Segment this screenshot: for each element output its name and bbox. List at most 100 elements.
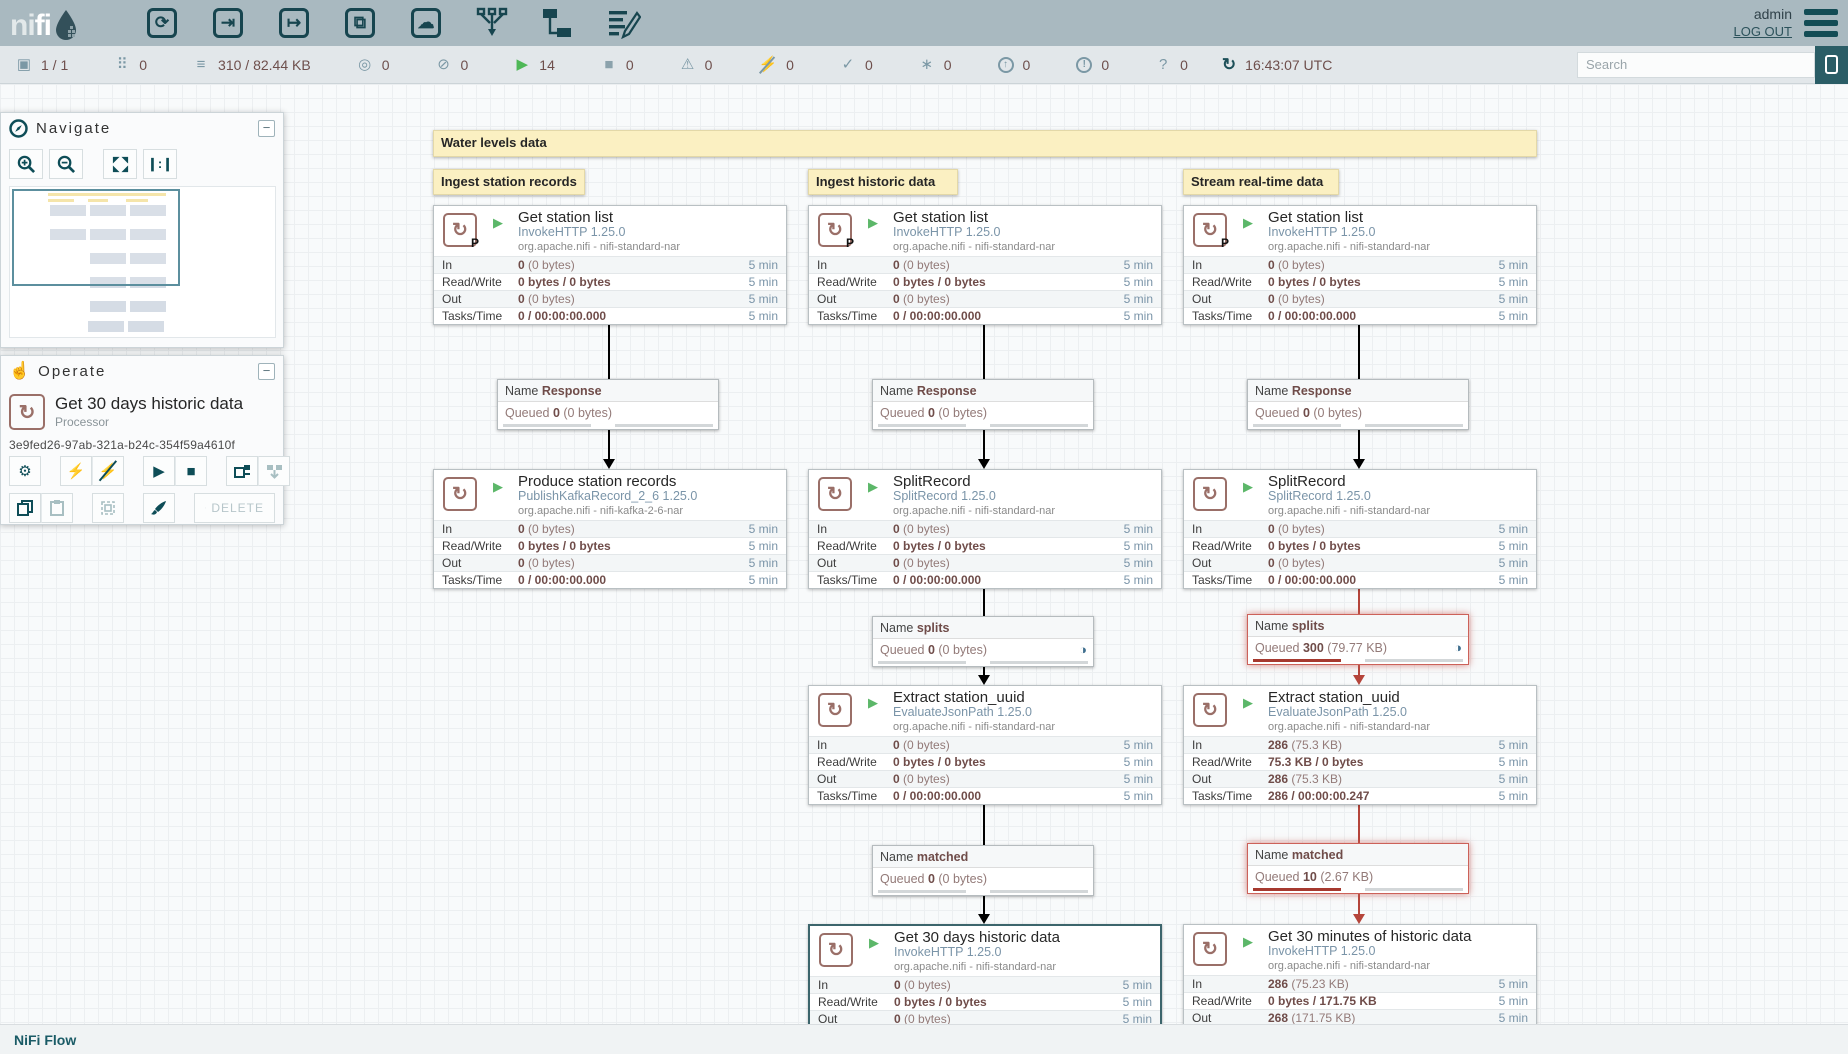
processor-stat-row: Tasks/Time0 / 00:00:00.0005 min (809, 787, 1161, 804)
navigate-panel: Navigate − ❙:❙ (0, 112, 284, 348)
stat-window: 5 min (749, 539, 778, 553)
connection-label-warning[interactable]: Name splitsQueued 300 (79.77 KB)◑ (1247, 614, 1469, 665)
breadcrumb-root[interactable]: NiFi Flow (14, 1032, 76, 1048)
stat-label: Out (1192, 292, 1268, 306)
processor-stat-row: Tasks/Time0 / 00:00:00.0005 min (1184, 307, 1536, 324)
logout-link[interactable]: LOG OUT (1733, 23, 1792, 40)
processor-node[interactable]: ↻▶Extract station_uuidEvaluateJsonPath 1… (808, 685, 1162, 805)
connection-label[interactable]: Name splitsQueued 0 (0 bytes)◑ (872, 616, 1094, 667)
zoom-actual-button[interactable]: ❙:❙ (143, 149, 177, 179)
disable-button[interactable]: ⚡ (92, 456, 124, 486)
revert-version-button[interactable] (258, 456, 290, 486)
mobile-view-button[interactable] (1815, 46, 1848, 84)
processor-node[interactable]: ↻▶Produce station recordsPublishKafkaRec… (433, 469, 787, 589)
stat-window: 5 min (1499, 309, 1528, 323)
global-menu-icon[interactable] (1804, 9, 1838, 37)
delete-button[interactable]: DELETE (194, 493, 275, 523)
flow-label-water-levels[interactable]: Water levels data (433, 130, 1537, 157)
input-port-tool-icon[interactable]: ⇥ (207, 3, 249, 43)
processor-tool-icon[interactable]: ⟳ (141, 3, 183, 43)
connection-label[interactable]: Name matchedQueued 0 (0 bytes) (872, 845, 1094, 896)
connection-queued-row: Queued 10 (2.67 KB) (1248, 866, 1468, 888)
flow-label-stream-realtime[interactable]: Stream real-time data (1183, 169, 1339, 195)
processor-node[interactable]: ↻▶SplitRecordSplitRecord 1.25.0org.apach… (808, 469, 1162, 589)
processor-stat-row: Read/Write0 bytes / 0 bytes5 min (809, 273, 1161, 290)
stat-value-rest: (0 bytes) (900, 292, 950, 306)
stat-value: 0 / 00:00:00.000 (893, 573, 1124, 587)
output-port-tool-icon[interactable]: ↦ (273, 3, 315, 43)
configure-button[interactable]: ⚙ (9, 456, 41, 486)
processor-type: InvokeHTTP 1.25.0 (893, 225, 1155, 240)
connection-name-row: Name matched (1248, 844, 1468, 866)
birdseye-minimap[interactable] (9, 186, 276, 338)
copy-button[interactable] (9, 493, 41, 523)
connection-bars (498, 424, 718, 429)
stat-value-rest: (75.3 KB) (1288, 772, 1342, 786)
flow-label-ingest-station[interactable]: Ingest station records (433, 169, 585, 195)
connection-label[interactable]: Name ResponseQueued 0 (0 bytes) (872, 379, 1094, 430)
process-group-tool-icon[interactable]: ⧉ (339, 3, 381, 43)
zoom-fit-button[interactable] (103, 149, 137, 179)
stat-window: 5 min (1499, 292, 1528, 306)
invalid-icon: ⚠ (680, 57, 696, 73)
collapse-operate-button[interactable]: − (258, 363, 275, 380)
processor-header: ↻P▶Get station listInvokeHTTP 1.25.0org.… (434, 206, 786, 256)
processor-name: Get station list (893, 210, 1155, 225)
stat-label: In (818, 978, 894, 992)
collapse-navigate-button[interactable]: − (258, 120, 275, 137)
save-version-button[interactable] (226, 456, 258, 486)
locally-modified-icon: ∗ (919, 57, 935, 73)
connection-label[interactable]: Name ResponseQueued 0 (0 bytes) (1247, 379, 1469, 430)
processor-node[interactable]: ↻P▶Get station listInvokeHTTP 1.25.0org.… (1183, 205, 1537, 325)
processor-node[interactable]: ↻▶SplitRecordSplitRecord 1.25.0org.apach… (1183, 469, 1537, 589)
refresh-icon[interactable]: ↻ (1222, 55, 1236, 75)
connection-label-warning[interactable]: Name matchedQueued 10 (2.67 KB) (1247, 843, 1469, 894)
processor-stat-row: Read/Write0 bytes / 0 bytes5 min (434, 537, 786, 554)
template-tool-icon[interactable] (537, 3, 579, 43)
stat-value: 0 / 00:00:00.000 (893, 309, 1124, 323)
queue-size-bar (1365, 888, 1463, 891)
nifi-logo: nifi (10, 3, 79, 43)
zoom-out-button[interactable] (49, 149, 83, 179)
start-button[interactable]: ▶ (143, 456, 175, 486)
fill-color-button[interactable] (143, 493, 175, 523)
hand-icon: ☝ (9, 361, 30, 381)
paste-button[interactable] (41, 493, 73, 523)
search-input[interactable] (1577, 52, 1815, 78)
processor-node[interactable]: ↻P▶Get station listInvokeHTTP 1.25.0org.… (808, 205, 1162, 325)
remote-process-group-tool-icon[interactable]: ☁ (405, 3, 447, 43)
queue-count-bar (1253, 888, 1341, 891)
processor-node[interactable]: ↻P▶Get station listInvokeHTTP 1.25.0org.… (433, 205, 787, 325)
processor-meta: Get station listInvokeHTTP 1.25.0org.apa… (1268, 210, 1530, 255)
stat-label: Tasks/Time (817, 789, 893, 803)
minimap-viewport[interactable] (12, 189, 180, 286)
group-button[interactable] (92, 493, 124, 523)
stat-window: 5 min (1499, 755, 1528, 769)
connection-name-label: Name (880, 850, 917, 864)
stat-window: 5 min (1123, 978, 1152, 992)
processor-type: InvokeHTTP 1.25.0 (518, 225, 780, 240)
processor-stat-row: Read/Write0 bytes / 0 bytes5 min (809, 753, 1161, 770)
stop-button[interactable]: ■ (175, 456, 207, 486)
stat-value-bold: 0 (518, 258, 525, 272)
processor-node[interactable]: ↻▶Extract station_uuidEvaluateJsonPath 1… (1183, 685, 1537, 805)
enable-button[interactable]: ⚡ (60, 456, 92, 486)
stat-value: 0 bytes / 0 bytes (893, 539, 1124, 553)
stat-value: 0 (0 bytes) (1268, 556, 1499, 570)
connection-label[interactable]: Name ResponseQueued 0 (0 bytes) (497, 379, 719, 430)
stopped-icon: ■ (601, 57, 617, 73)
funnel-tool-icon[interactable] (471, 3, 513, 43)
stat-value: 0 / 00:00:00.000 (1268, 573, 1499, 587)
arrowhead-icon (978, 675, 990, 685)
zoom-in-button[interactable] (9, 149, 43, 179)
compass-icon (9, 119, 28, 138)
flow-label-ingest-historic[interactable]: Ingest historic data (808, 169, 958, 195)
stat-value-bold: 0 (518, 556, 525, 570)
stat-value-bold: 0 (893, 772, 900, 786)
connection-queued-label: Queued (880, 872, 928, 886)
arrowhead-icon (978, 914, 990, 924)
stat-value-rest: (0 bytes) (900, 258, 950, 272)
status-count: 310 / 82.44 KB (218, 57, 311, 73)
label-tool-icon[interactable] (603, 3, 645, 43)
refresh-area: ↻ 16:43:07 UTC (1222, 55, 1332, 75)
